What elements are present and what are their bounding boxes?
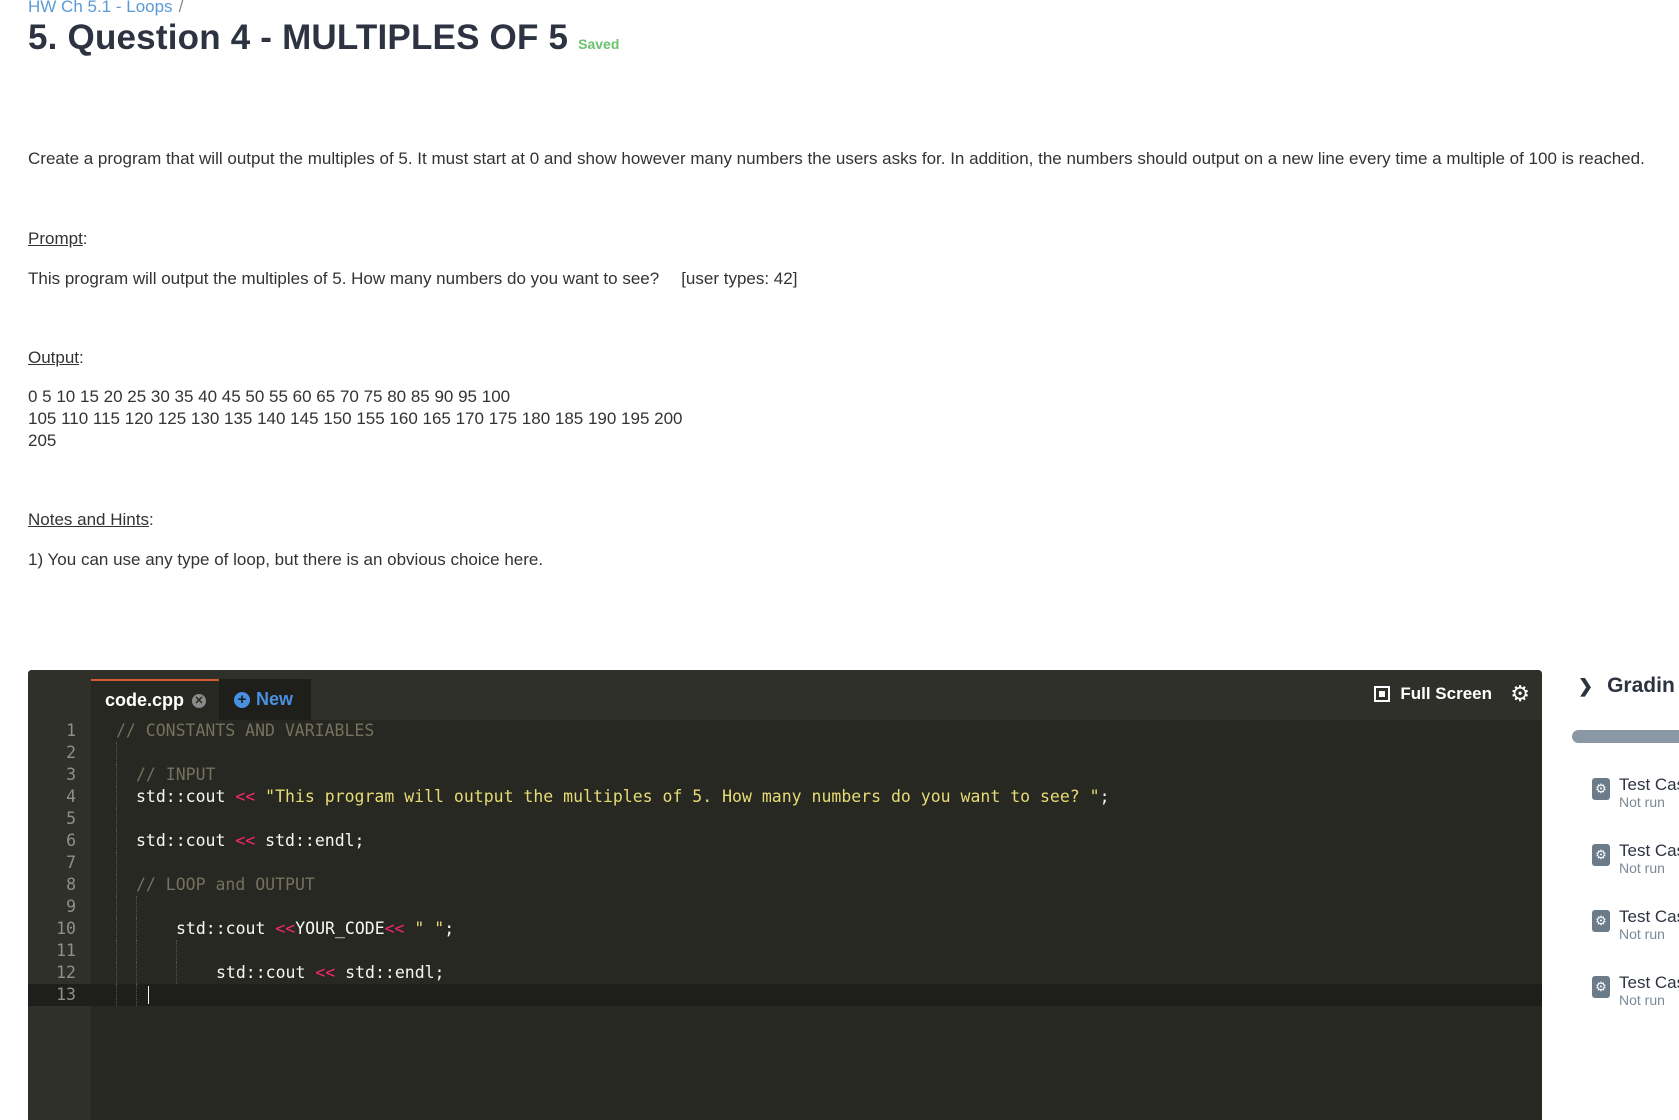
output-line: 205 [28, 431, 57, 450]
test-case-icon: ⚙ [1592, 976, 1610, 998]
tab-code-cpp[interactable]: code.cpp ✕ [91, 679, 219, 720]
line-number: 3 [66, 765, 76, 784]
test-case-item[interactable]: ⚙ Test Cas Not run [1592, 907, 1679, 942]
code-line: 10 std::cout <<YOUR_CODE<< " "; [28, 918, 1542, 940]
grading-header[interactable]: ❯ Gradin [1578, 674, 1675, 698]
breadcrumb-parent-link[interactable]: HW Ch 5.1 - Loops [28, 0, 173, 16]
new-file-button[interactable]: + New [219, 679, 311, 720]
file-tab-label: code.cpp [105, 690, 185, 710]
code-line: 6 std::cout << std::endl; [28, 830, 1542, 852]
code-line: 12 std::cout << std::endl; [28, 962, 1542, 984]
test-case-item[interactable]: ⚙ Test Cas Not run [1592, 973, 1679, 1008]
output-line: 0 5 10 15 20 25 30 35 40 45 50 55 60 65 … [28, 387, 511, 406]
output-block: 0 5 10 15 20 25 30 35 40 45 50 55 60 65 … [28, 386, 683, 452]
line-number: 9 [66, 897, 76, 916]
saved-status: Saved [578, 36, 620, 52]
line-number: 10 [56, 919, 76, 938]
line-number: 12 [56, 963, 76, 982]
close-tab-icon[interactable]: ✕ [192, 693, 207, 708]
fullscreen-label: Full Screen [1400, 684, 1492, 703]
prompt-user-input: [user types: 42] [681, 269, 798, 288]
new-file-label: New [256, 689, 294, 709]
grading-panel: ❯ Gradin ⚙ Test Cas Not run ⚙ Test Cas Not… [1572, 660, 1679, 1120]
plus-circle-icon: + [234, 691, 250, 708]
code-line: 9 [28, 896, 1542, 918]
line-number: 7 [66, 853, 76, 872]
line-number: 5 [66, 809, 76, 828]
code-line-active: 13 [28, 984, 1542, 1006]
grading-progress-bar [1572, 730, 1679, 743]
breadcrumb-separator: / [178, 0, 184, 16]
breadcrumb: HW Ch 5.1 - Loops / [28, 0, 183, 17]
output-heading: Output: [28, 348, 84, 367]
test-case-icon: ⚙ [1592, 778, 1610, 800]
code-line: 7 [28, 852, 1542, 874]
fullscreen-icon [1374, 686, 1391, 702]
test-case-item[interactable]: ⚙ Test Cas Not run [1592, 775, 1679, 810]
test-case-item[interactable]: ⚙ Test Cas Not run [1592, 841, 1679, 876]
code-line: 5 [28, 808, 1542, 830]
line-number: 6 [66, 831, 76, 850]
code-line: 8// LOOP and OUTPUT [28, 874, 1542, 896]
code-line: 3// INPUT [28, 764, 1542, 786]
question-description: Create a program that will output the mu… [28, 149, 1645, 168]
code-area[interactable]: 1// CONSTANTS AND VARIABLES 2 3// INPUT … [28, 720, 1542, 1006]
code-editor[interactable]: code.cpp ✕ + New Full Screen ⚙ 1// CONST… [28, 670, 1542, 1120]
text-cursor [148, 986, 149, 1004]
line-number: 8 [66, 875, 76, 894]
line-number: 11 [56, 941, 76, 960]
code-line: 11 [28, 940, 1542, 962]
notes-text: 1) You can use any type of loop, but the… [28, 550, 544, 569]
grading-title: Gradin [1607, 674, 1675, 697]
line-number: 4 [66, 787, 76, 806]
test-case-icon: ⚙ [1592, 910, 1610, 932]
page-title: 5. Question 4 - MULTIPLES OF 5 [28, 18, 569, 57]
fullscreen-button[interactable]: Full Screen [1374, 684, 1492, 704]
code-line: 1// CONSTANTS AND VARIABLES [28, 720, 1542, 742]
gear-icon[interactable]: ⚙ [1510, 681, 1530, 707]
line-number: 13 [56, 985, 76, 1004]
notes-heading: Notes and Hints: [28, 510, 154, 529]
line-number: 1 [66, 721, 76, 740]
line-number: 2 [66, 743, 76, 762]
code-line: 4 std::cout << "This program will output … [28, 786, 1542, 808]
test-case-icon: ⚙ [1592, 844, 1610, 866]
prompt-text: This program will output the multiples o… [28, 269, 798, 288]
chevron-down-icon[interactable]: ❯ [1578, 676, 1593, 697]
prompt-heading: Prompt: [28, 229, 88, 248]
output-line: 105 110 115 120 125 130 135 140 145 150 … [28, 409, 683, 428]
title-row: 5. Question 4 - MULTIPLES OF 5 Saved [28, 18, 619, 58]
code-line: 2 [28, 742, 1542, 764]
